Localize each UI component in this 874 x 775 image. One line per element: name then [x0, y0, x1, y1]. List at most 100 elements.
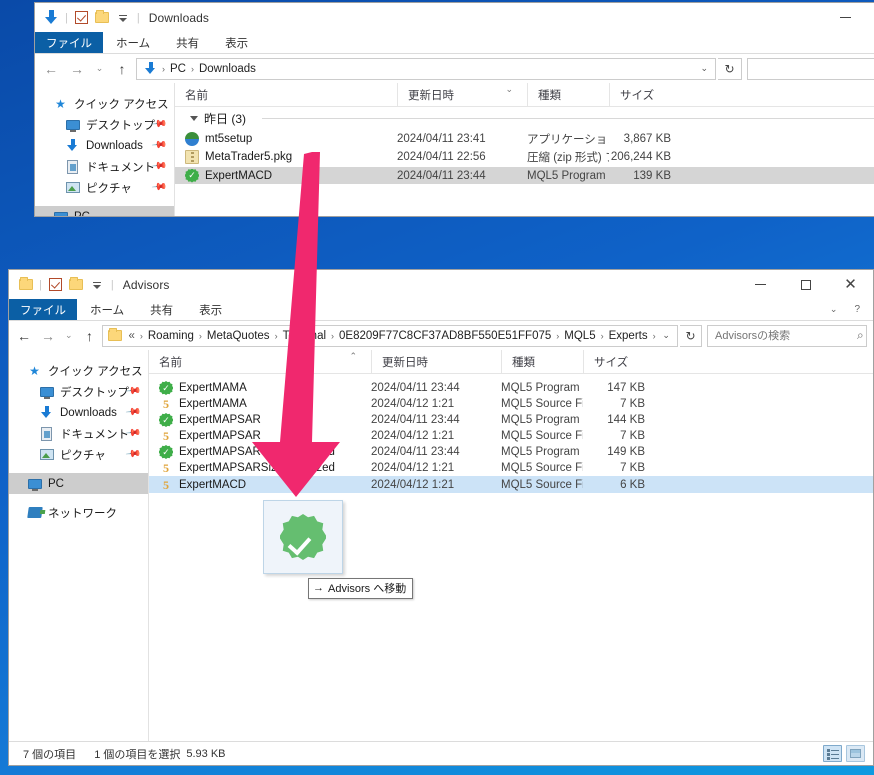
refresh-button[interactable]: ↻: [679, 324, 702, 347]
table-row[interactable]: 5 ExpertMAPSAR 2024/04/12 1:21 MQL5 Sour…: [149, 428, 873, 444]
table-row[interactable]: 5 ExpertMAPSARSizeOptimized 2024/04/12 1…: [149, 460, 873, 476]
sidebar-item-downloads[interactable]: Downloads 📌: [9, 402, 148, 423]
properties-checkbox-icon[interactable]: [47, 276, 64, 293]
navigation-pane-advisors[interactable]: ★ クイック アクセス デスクトップ 📌 Downloads 📌 ドキュメント …: [9, 350, 149, 741]
explorer-window-advisors[interactable]: | | Advisors ✕ ファイル ホーム 共有 表示 ⌄ ? ← → ⌄ …: [8, 269, 874, 766]
sidebar-item-documents[interactable]: ドキュメント 📌: [35, 156, 174, 177]
ribbon-tabs-downloads[interactable]: ファイル ホーム 共有 表示: [35, 32, 874, 54]
address-bar-downloads[interactable]: ← → ⌄ ↑ › PC › Downloads ⌄ ↻: [35, 54, 874, 83]
search-box-advisors[interactable]: ⌕: [707, 324, 867, 347]
tab-view[interactable]: 表示: [212, 32, 261, 53]
group-header-yesterday[interactable]: 昨日 (3): [175, 107, 874, 129]
maximize-button[interactable]: [783, 270, 828, 299]
column-header-name[interactable]: 名前 ⌃: [149, 350, 371, 373]
column-header-date[interactable]: 更新日時 ⌄: [397, 83, 527, 106]
table-row-selected[interactable]: ExpertMACD 2024/04/11 23:44 MQL5 Program…: [175, 167, 874, 184]
view-mode-buttons[interactable]: [823, 745, 873, 762]
file-list-downloads[interactable]: 名前 更新日時 ⌄ 種類 サイズ 昨日 (3) mt5setup 2024/04…: [175, 83, 874, 216]
tab-home[interactable]: ホーム: [103, 32, 163, 53]
navigation-pane-downloads[interactable]: ★ クイック アクセス デスクトップ 📌 Downloads 📌 ドキュメント …: [35, 83, 175, 216]
breadcrumb[interactable]: › PC › Downloads: [142, 60, 695, 77]
maximize-button[interactable]: [868, 3, 874, 32]
column-header-size[interactable]: サイズ: [583, 350, 655, 373]
sidebar-item-pictures[interactable]: ピクチャ 📌: [9, 444, 148, 465]
table-row[interactable]: ExpertMAPSARSizeOptimized 2024/04/11 23:…: [149, 444, 873, 460]
sidebar-item-downloads[interactable]: Downloads 📌: [35, 135, 174, 156]
ribbon-tabs-advisors[interactable]: ファイル ホーム 共有 表示 ⌄ ?: [9, 299, 873, 321]
refresh-button[interactable]: ↻: [718, 57, 742, 80]
sidebar-item-pictures[interactable]: ピクチャ 📌: [35, 177, 174, 198]
breadcrumb-bar[interactable]: › PC › Downloads ⌄: [136, 57, 716, 80]
window-controls-top[interactable]: [823, 3, 874, 32]
tab-share[interactable]: 共有: [163, 32, 212, 53]
table-row[interactable]: 5 ExpertMAMA 2024/04/12 1:21 MQL5 Source…: [149, 396, 873, 412]
quick-access-toolbar[interactable]: | |: [43, 9, 141, 26]
new-folder-icon[interactable]: [94, 9, 111, 26]
table-row[interactable]: MetaTrader5.pkg 2024/04/11 22:56 圧縮 (zip…: [175, 149, 874, 165]
column-headers[interactable]: 名前 ⌃ 更新日時 種類 サイズ: [149, 350, 873, 374]
table-row[interactable]: ExpertMAMA 2024/04/11 23:44 MQL5 Program…: [149, 380, 873, 396]
minimize-button[interactable]: [738, 270, 783, 299]
sidebar-item-quick-access[interactable]: ★ クイック アクセス: [35, 93, 174, 114]
tab-share[interactable]: 共有: [137, 299, 186, 320]
breadcrumb[interactable]: « › Roaming › MetaQuotes › Terminal › 0E…: [108, 327, 657, 344]
search-input[interactable]: [755, 62, 874, 75]
breadcrumb-mql5[interactable]: MQL5: [562, 330, 597, 342]
breadcrumb-roaming[interactable]: Roaming: [146, 330, 196, 342]
sidebar-item-pc[interactable]: PC: [9, 473, 148, 494]
ribbon-collapse-icon[interactable]: ⌄: [817, 299, 851, 320]
new-folder-icon[interactable]: [68, 276, 85, 293]
table-row[interactable]: ExpertMAPSAR 2024/04/11 23:44 MQL5 Progr…: [149, 412, 873, 428]
column-header-date[interactable]: 更新日時: [371, 350, 501, 373]
breadcrumb-bar[interactable]: « › Roaming › MetaQuotes › Terminal › 0E…: [102, 324, 678, 347]
breadcrumb-terminal[interactable]: Terminal: [281, 330, 328, 342]
sidebar-item-quick-access[interactable]: ★ クイック アクセス: [9, 360, 148, 381]
file-list-advisors[interactable]: 名前 ⌃ 更新日時 種類 サイズ ExpertMAMA 2024/04/11 2…: [149, 350, 873, 741]
column-header-name[interactable]: 名前: [175, 83, 397, 106]
table-row-selected[interactable]: 5 ExpertMACD 2024/04/12 1:21 MQL5 Source…: [149, 476, 873, 493]
breadcrumb-downloads[interactable]: Downloads: [197, 63, 258, 75]
search-input[interactable]: [715, 329, 857, 342]
back-button[interactable]: ←: [39, 58, 63, 80]
tab-view[interactable]: 表示: [186, 299, 235, 320]
column-headers[interactable]: 名前 更新日時 ⌄ 種類 サイズ: [175, 83, 874, 107]
titlebar-advisors[interactable]: | | Advisors ✕: [9, 270, 873, 299]
tab-home[interactable]: ホーム: [77, 299, 137, 320]
table-row[interactable]: mt5setup 2024/04/11 23:41 アプリケーション 3,867…: [175, 131, 874, 147]
customize-caret-icon[interactable]: [115, 9, 132, 26]
customize-caret-icon[interactable]: [89, 276, 106, 293]
help-icon[interactable]: ?: [850, 299, 873, 320]
sidebar-item-pc[interactable]: PC: [35, 206, 174, 216]
tab-file[interactable]: ファイル: [35, 32, 103, 53]
forward-button[interactable]: →: [65, 58, 89, 80]
recent-locations-button[interactable]: ⌄: [91, 58, 108, 80]
window-controls-bottom[interactable]: ✕: [738, 270, 873, 299]
breadcrumb-metaquotes[interactable]: MetaQuotes: [205, 330, 272, 342]
breadcrumb-experts[interactable]: Experts: [607, 330, 650, 342]
breadcrumb-dropdown-icon[interactable]: ⌄: [657, 330, 675, 341]
sidebar-item-desktop[interactable]: デスクトップ 📌: [9, 381, 148, 402]
breadcrumb-overflow[interactable]: «: [126, 330, 136, 342]
forward-button[interactable]: →: [37, 325, 59, 347]
minimize-button[interactable]: [823, 3, 868, 32]
quick-access-toolbar[interactable]: | |: [17, 276, 115, 293]
titlebar-downloads[interactable]: | | Downloads: [35, 3, 874, 32]
column-header-type[interactable]: 種類: [527, 83, 609, 106]
large-icons-view-icon[interactable]: [846, 745, 865, 762]
up-button[interactable]: ↑: [79, 325, 101, 347]
explorer-window-downloads[interactable]: | | Downloads ファイル ホーム 共有 表示 ← → ⌄ ↑ › P…: [34, 2, 874, 217]
tab-file[interactable]: ファイル: [9, 299, 77, 320]
sidebar-item-documents[interactable]: ドキュメント 📌: [9, 423, 148, 444]
search-box-downloads[interactable]: [747, 57, 874, 80]
details-view-icon[interactable]: [823, 745, 842, 762]
column-header-type[interactable]: 種類: [501, 350, 583, 373]
address-bar-advisors[interactable]: ← → ⌄ ↑ « › Roaming › MetaQuotes › Termi…: [9, 321, 873, 350]
properties-checkbox-icon[interactable]: [73, 9, 90, 26]
chevron-down-icon[interactable]: [190, 115, 198, 121]
recent-locations-button[interactable]: ⌄: [61, 325, 77, 347]
column-header-size[interactable]: サイズ: [609, 83, 681, 106]
breadcrumb-terminal-id[interactable]: 0E8209F77C8CF37AD8BF550E51FF075: [337, 330, 553, 342]
breadcrumb-dropdown-icon[interactable]: ⌄: [695, 63, 713, 74]
search-icon[interactable]: ⌕: [857, 328, 864, 343]
back-button[interactable]: ←: [13, 325, 35, 347]
